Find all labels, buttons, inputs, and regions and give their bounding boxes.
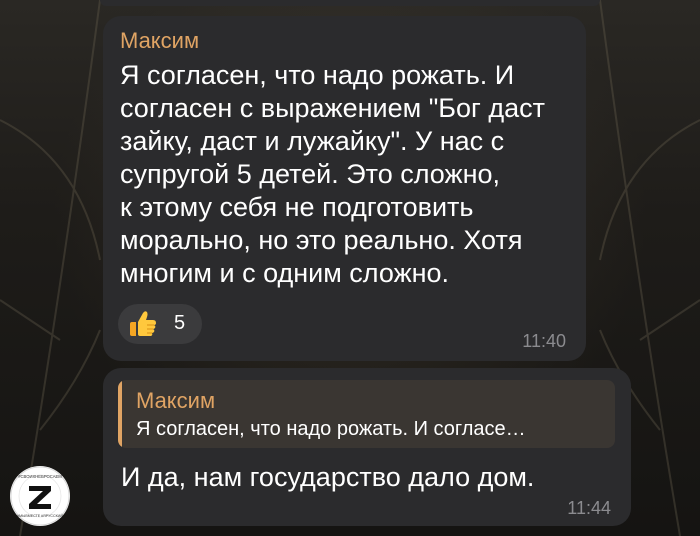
previous-message-edge xyxy=(100,0,600,6)
thumbs-up-icon xyxy=(130,311,156,336)
avatar-top-text: #СВОИХНЕБРОСАЕМ xyxy=(18,474,62,479)
avatar[interactable]: #СВОИХНЕБРОСАЕМ #МЫВМЕСТЕ #ЯРУССКИЙ xyxy=(10,466,70,526)
reaction-chip[interactable]: 5 xyxy=(118,304,202,344)
reply-sender-name: Максим xyxy=(136,388,216,413)
message-bubble[interactable]: Максим Я согласен, что надо рожать. И со… xyxy=(103,368,631,526)
message-time: 11:40 xyxy=(522,331,566,351)
reply-text: Я согласен, что надо рожать. И согласе… xyxy=(136,418,526,440)
reply-quote[interactable]: Максим Я согласен, что надо рожать. И со… xyxy=(118,380,615,448)
sender-name[interactable]: Максим xyxy=(120,28,199,54)
avatar-bottom-text: #МЫВМЕСТЕ #ЯРУССКИЙ xyxy=(17,514,63,518)
message-bubble[interactable]: Максим Я согласен, что надо рожать. И со… xyxy=(103,16,586,361)
message-time: 11:44 xyxy=(567,498,611,518)
reaction-count: 5 xyxy=(174,312,186,334)
message-text: И да, нам государство дало дом. xyxy=(121,462,535,492)
reply-accent-bar xyxy=(118,380,122,448)
message-text: Я согласен, что надо рожать. И согласен … xyxy=(120,60,546,288)
z-emblem-icon: #СВОИХНЕБРОСАЕМ #МЫВМЕСТЕ #ЯРУССКИЙ xyxy=(10,466,70,526)
